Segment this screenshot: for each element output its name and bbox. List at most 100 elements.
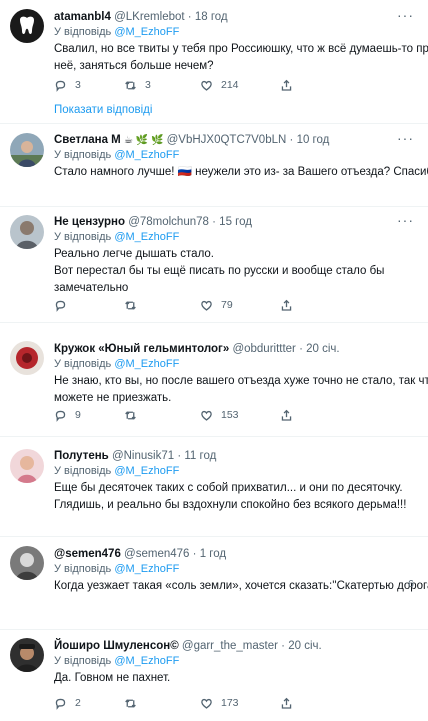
- avatar[interactable]: [10, 546, 44, 580]
- share-button[interactable]: [280, 695, 301, 711]
- tweet-time[interactable]: 18 год: [195, 11, 228, 23]
- reply-button[interactable]: 2: [54, 695, 83, 711]
- tweet-text-line: Глядишь, и реально бы вздохнули спокойно…: [54, 499, 407, 511]
- author-handle[interactable]: @Ninusik71: [112, 450, 174, 462]
- tweet-time[interactable]: 1 год: [200, 548, 226, 560]
- tweet-text-line: Свалил, но все твиты у тебя про Россиюшк…: [54, 43, 428, 55]
- divider: [0, 322, 428, 323]
- avatar[interactable]: [10, 638, 44, 672]
- replying-to-link[interactable]: @M_EzhoFF: [114, 465, 179, 477]
- reply-button[interactable]: [54, 297, 75, 313]
- tweet-time[interactable]: 15 год: [219, 216, 252, 228]
- replying-to-label: У відповідь: [54, 231, 112, 243]
- share-button[interactable]: [280, 77, 301, 93]
- like-count: 6: [408, 578, 414, 590]
- author-name[interactable]: Кружок «Юный гельминтолог»: [54, 343, 229, 355]
- avatar[interactable]: [10, 215, 44, 249]
- replying-to: У відповідь @M_EzhoFF: [54, 654, 418, 669]
- tweet-text: Реально легче дышать стало. Вот перестал…: [54, 246, 418, 297]
- tweet-header: Не цензурно @78molchun78 · 15 год: [54, 214, 418, 230]
- separator-dot: ·: [177, 450, 182, 462]
- more-icon[interactable]: ···: [397, 8, 414, 22]
- tweet[interactable]: Йоширо Шмуленсон© @garr_the_master · 20 …: [0, 630, 428, 721]
- person-avatar-icon: [10, 546, 44, 580]
- tweet-text: Еще бы десяточек таких с собой прихватил…: [54, 480, 418, 514]
- tweet[interactable]: Не цензурно @78molchun78 · 15 год У відп…: [0, 207, 428, 323]
- replying-to-link[interactable]: @M_EzhoFF: [114, 358, 179, 370]
- author-handle[interactable]: @78molchun78: [128, 216, 209, 228]
- share-button[interactable]: [280, 407, 301, 423]
- retweet-button[interactable]: 3: [124, 77, 153, 93]
- author-handle[interactable]: @semen476: [124, 548, 189, 560]
- replying-to: У відповідь @M_EzhoFF: [54, 464, 418, 479]
- more-icon[interactable]: ···: [397, 213, 414, 227]
- tweet[interactable]: Кружок «Юный гельминтолог» @obdurittter …: [0, 333, 428, 437]
- author-handle[interactable]: @LKremlebot: [114, 11, 184, 23]
- tweet-time[interactable]: 20 січ.: [306, 343, 339, 355]
- like-button[interactable]: 214: [200, 77, 239, 93]
- tweet[interactable]: @semen476 @semen476 · 1 год У відповідь …: [0, 537, 428, 630]
- avatar[interactable]: [10, 9, 44, 43]
- reply-button[interactable]: 9: [54, 407, 83, 423]
- tweet-actions: 3 3 214: [54, 77, 394, 93]
- author-name[interactable]: @semen476: [54, 548, 121, 560]
- like-button[interactable]: 153: [200, 407, 239, 423]
- tweet-text-line: Да. Говном не пахнет.: [54, 672, 171, 684]
- tweet-header: Кружок «Юный гельминтолог» @obdurittter …: [54, 341, 418, 357]
- heart-icon: [201, 410, 212, 421]
- retweet-button[interactable]: [124, 695, 145, 711]
- tweet-text: Когда уезжает такая «соль земли», хочетс…: [54, 578, 428, 595]
- replying-to-link[interactable]: @M_EzhoFF: [114, 149, 179, 161]
- replying-to-link[interactable]: @M_EzhoFF: [114, 655, 179, 667]
- retweet-icon: [125, 410, 136, 420]
- more-icon[interactable]: ···: [397, 131, 414, 145]
- author-name[interactable]: Светлана М: [54, 134, 121, 146]
- author-name[interactable]: Полутень: [54, 450, 109, 462]
- share-button[interactable]: [280, 297, 301, 313]
- tweet-text-line: замечательно: [54, 282, 129, 294]
- author-handle[interactable]: @VbHJX0QTC7V0bLN: [167, 134, 287, 146]
- heart-icon: [201, 300, 212, 311]
- tweet-actions: 2 173: [54, 695, 394, 711]
- tweet-header: Полутень @Ninusik71 · 11 год: [54, 448, 418, 464]
- tweet[interactable]: Светлана М ☕ 🌿 🌿 @VbHJX0QTC7V0bLN · 10 г…: [0, 124, 428, 207]
- avatar[interactable]: [10, 449, 44, 483]
- tweet-text: Да. Говном не пахнет.: [54, 670, 418, 687]
- author-name[interactable]: Не цензурно: [54, 216, 125, 228]
- replying-to-link[interactable]: @M_EzhoFF: [114, 231, 179, 243]
- person-avatar-icon: [10, 215, 44, 249]
- tweet-text-line: неё, заняться больше нечем?: [54, 60, 214, 72]
- like-button[interactable]: 173: [200, 695, 239, 711]
- tweet[interactable]: Полутень @Ninusik71 · 11 год У відповідь…: [0, 437, 428, 537]
- tweet[interactable]: atamanbl4 @LKremlebot · 18 год У відпові…: [0, 0, 428, 124]
- retweet-button[interactable]: [124, 407, 145, 423]
- flower-avatar-icon: [10, 341, 44, 375]
- retweet-count: 3: [145, 79, 151, 91]
- avatar[interactable]: [10, 133, 44, 167]
- author-name[interactable]: atamanbl4: [54, 11, 111, 23]
- separator-dot: ·: [212, 216, 216, 228]
- tweet-time[interactable]: 10 год: [297, 134, 330, 146]
- reply-icon: [55, 300, 66, 312]
- avatar[interactable]: [10, 341, 44, 375]
- separator-dot: ·: [281, 640, 285, 652]
- replying-to-link[interactable]: @M_EzhoFF: [114, 563, 179, 575]
- tweet-text: Свалил, но все твиты у тебя про Россиюшк…: [54, 41, 428, 75]
- tweet-time[interactable]: 20 січ.: [288, 640, 321, 652]
- retweet-button[interactable]: [124, 297, 145, 313]
- author-handle[interactable]: @garr_the_master: [182, 640, 278, 652]
- separator-dot: ·: [187, 11, 192, 23]
- replying-to-link[interactable]: @M_EzhoFF: [114, 26, 179, 38]
- tweet-time[interactable]: 11 год: [184, 450, 216, 462]
- share-icon: [281, 79, 292, 91]
- person-avatar-icon: [10, 449, 44, 483]
- share-icon: [281, 697, 292, 709]
- author-handle[interactable]: @obdurittter: [232, 343, 295, 355]
- show-replies-link[interactable]: Показати відповіді: [54, 104, 152, 116]
- retweet-icon: [125, 698, 136, 708]
- like-button[interactable]: 79: [200, 297, 233, 313]
- tweet-text-line: Стало намного лучше! 🇷🇺 неужели это из- …: [54, 166, 428, 178]
- reply-button[interactable]: 3: [54, 77, 83, 93]
- replying-to: У відповідь @M_EzhoFF: [54, 25, 418, 40]
- author-name[interactable]: Йоширо Шмуленсон©: [54, 640, 179, 652]
